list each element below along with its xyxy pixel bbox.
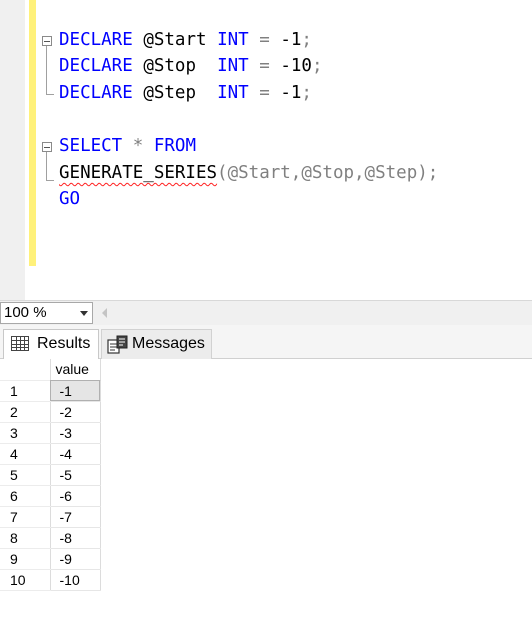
zoom-dropdown[interactable]: 100 % [0,302,93,324]
row-number[interactable]: 9 [0,548,51,570]
row-number[interactable]: 10 [0,569,51,591]
results-grid: value 1 -1 2 -2 3 -3 4 -4 5 -5 6 -6 7 -7 8 -8 9-… [0,359,101,591]
operator-equals: = [259,56,270,76]
column-header-value[interactable]: value [50,359,101,381]
function-generate-series: GENERATE_SERIES [59,163,218,183]
cell-value[interactable]: -1 [50,380,101,402]
chevron-down-icon[interactable] [80,311,88,316]
results-grid-area: value 1 -1 2 -2 3 -3 4 -4 5 -5 6 -6 7 -7 8 -8 9-… [0,359,532,634]
row-number[interactable]: 2 [0,401,51,423]
row-number[interactable]: 1 [0,380,51,402]
cell-value[interactable]: -2 [50,401,101,423]
type-int: INT [217,56,249,76]
value-literal: -1 [280,83,302,103]
type-int: INT [217,83,249,103]
operator-equals: = [259,83,270,103]
table-row: 10 -10 [0,569,101,591]
table-row: 3 -3 [0,422,101,444]
keyword-from: FROM [153,136,197,156]
cell-value[interactable]: -10 [50,569,101,591]
row-number[interactable]: 4 [0,443,51,465]
table-row: 9 -9 [0,548,101,570]
semicolon: ; [301,30,312,50]
operator-star: * [132,136,144,156]
code-line-5[interactable]: SELECT * FROM [59,133,196,159]
operator-equals: = [259,30,270,50]
table-row: 8 -8 [0,527,101,549]
scroll-left-arrow-icon[interactable] [102,308,107,318]
code-line-1[interactable]: DECLARE @Start INT = -1; [59,27,312,53]
tab-messages-label: Messages [132,335,205,352]
keyword-declare: DECLARE [59,30,133,50]
type-int: INT [217,30,249,50]
code-line-6[interactable]: GENERATE_SERIES(@Start,@Stop,@Step); [59,160,438,186]
table-row: 5 -5 [0,464,101,486]
table-row: 4 -4 [0,443,101,465]
row-number[interactable]: 7 [0,506,51,528]
query-editor[interactable]: DECLARE @Start INT = -1; DECLARE @Stop I… [0,0,532,300]
table-row: 2 -2 [0,401,101,423]
collapse-declare-block-icon[interactable] [42,36,52,46]
fold-guide-end [46,180,54,181]
zoom-value: 100 % [4,304,47,321]
editor-status-bar: 100 % [0,300,532,325]
editor-gutter [0,0,25,300]
cell-value[interactable]: -6 [50,485,101,507]
cell-value[interactable]: -3 [50,422,101,444]
row-number[interactable]: 3 [0,422,51,444]
fold-guide-line [46,46,47,94]
fold-guide-line [46,152,47,180]
grid-icon [11,336,29,351]
cell-value[interactable]: -8 [50,527,101,549]
function-arguments: (@Start,@Stop,@Step); [217,163,439,183]
semicolon: ; [301,83,312,103]
row-number[interactable]: 5 [0,464,51,486]
code-line-7[interactable]: GO [59,186,80,212]
cell-value[interactable]: -9 [50,548,101,570]
cell-value[interactable]: -7 [50,506,101,528]
table-row: 1 -1 [0,380,101,402]
semicolon: ; [311,56,323,76]
cell-value[interactable]: -5 [50,464,101,486]
tab-messages[interactable]: Messages [101,329,212,359]
row-number[interactable]: 6 [0,485,51,507]
table-row: 7 -7 [0,506,101,528]
fold-guide-end [46,94,54,95]
grid-header-row: value [0,359,101,381]
row-number[interactable]: 8 [0,527,51,549]
keyword-declare: DECLARE [59,56,133,76]
keyword-select: SELECT [59,136,123,156]
code-line-3[interactable]: DECLARE @Step INT = -1; [59,80,312,106]
row-number-header[interactable] [0,359,51,381]
table-row: 6 -6 [0,485,101,507]
keyword-declare: DECLARE [59,83,133,103]
variable-start: @Start [143,30,207,50]
tab-results[interactable]: Results [3,329,99,359]
variable-step: @Step [143,83,196,103]
messages-icon [107,335,128,354]
value-literal: -10 [280,56,312,76]
change-tracking-bar [29,0,36,266]
value-literal: -1 [280,30,302,50]
collapse-select-block-icon[interactable] [42,142,52,152]
tab-results-label: Results [37,335,91,352]
variable-stop: @Stop [143,56,196,76]
keyword-go: GO [59,189,81,209]
code-line-2[interactable]: DECLARE @Stop INT = -10; [59,53,322,79]
cell-value[interactable]: -4 [50,443,101,465]
results-tab-strip: Results Messages [0,325,532,359]
